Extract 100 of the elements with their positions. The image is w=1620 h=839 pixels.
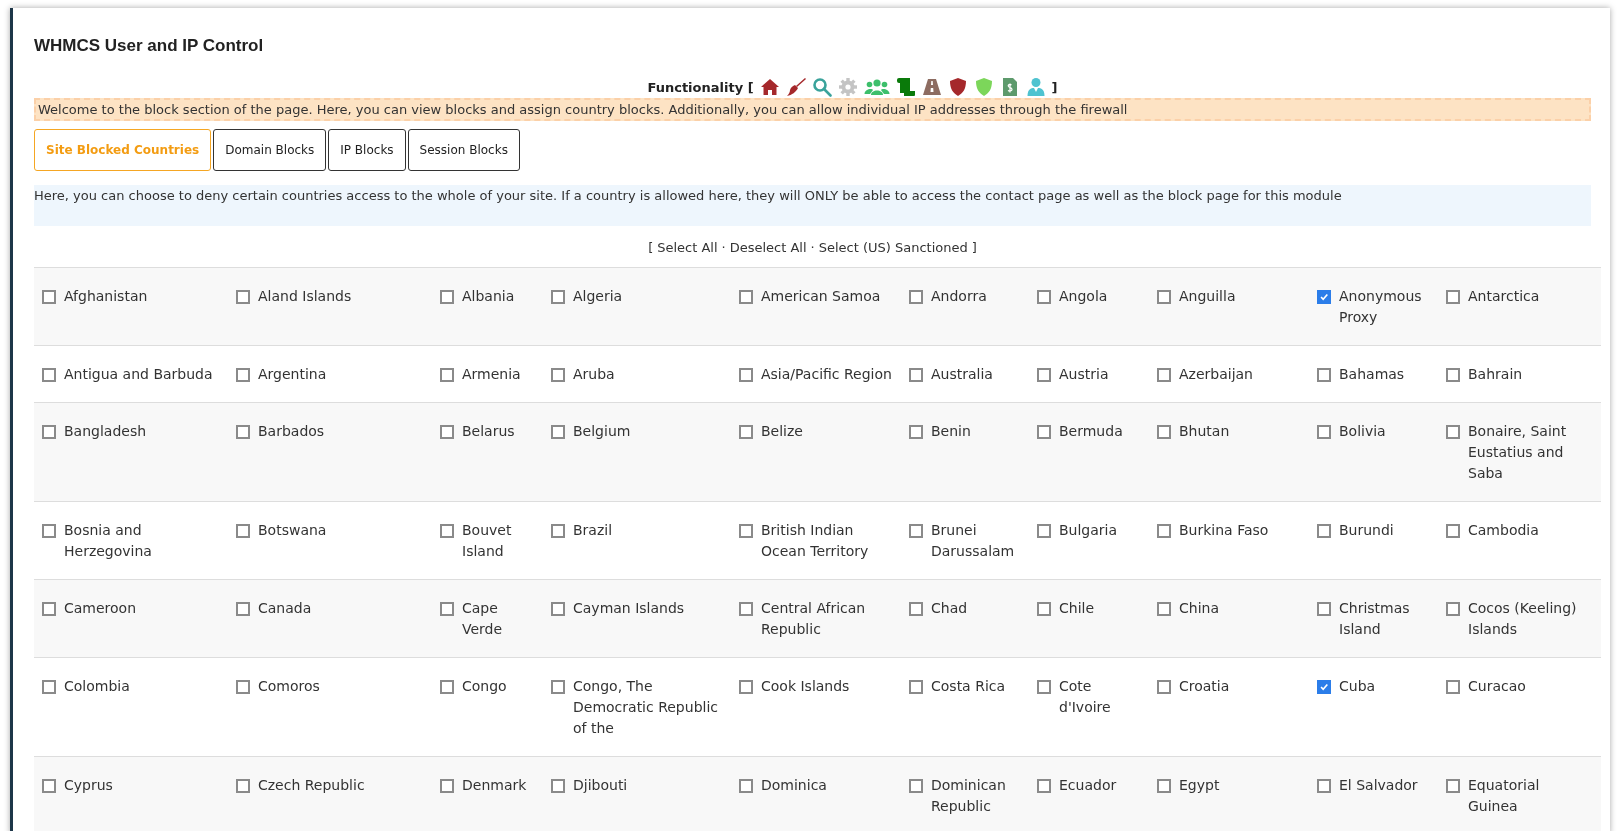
- checkbox[interactable]: [1037, 290, 1051, 304]
- info-text: Here, you can choose to deny certain countries access to the whole of your site. If a country is allowed here, they will ONLY be able to access the contact page as well as the block page for this module: [34, 185, 1591, 226]
- scroll-icon[interactable]: [895, 77, 916, 97]
- checkbox[interactable]: [909, 524, 923, 538]
- checkbox[interactable]: [551, 779, 565, 793]
- checkbox[interactable]: [739, 680, 753, 694]
- country-label: Dominica: [761, 776, 828, 795]
- country-label: Comoros: [258, 677, 321, 696]
- checkbox[interactable]: [42, 290, 56, 304]
- checkbox[interactable]: [236, 425, 250, 439]
- checkbox[interactable]: [1157, 368, 1171, 382]
- checkbox[interactable]: [1317, 680, 1331, 694]
- country-label: Bulgaria: [1059, 521, 1119, 540]
- checkbox[interactable]: [440, 680, 454, 694]
- checkbox[interactable]: [42, 425, 56, 439]
- country-label: Bhutan: [1179, 422, 1231, 441]
- checkbox[interactable]: [1157, 290, 1171, 304]
- checkbox[interactable]: [909, 779, 923, 793]
- select-link[interactable]: Select All: [657, 240, 718, 255]
- checkbox[interactable]: [440, 524, 454, 538]
- checkbox[interactable]: [551, 524, 565, 538]
- checkbox[interactable]: [551, 290, 565, 304]
- country-label: China: [1179, 599, 1220, 618]
- tab[interactable]: Session Blocks: [407, 129, 520, 171]
- checkbox[interactable]: [1037, 779, 1051, 793]
- settings-icon[interactable]: [837, 77, 858, 97]
- checkbox[interactable]: [1446, 602, 1460, 616]
- checkbox[interactable]: [1157, 779, 1171, 793]
- checkbox[interactable]: [42, 779, 56, 793]
- country-label: Dominican Republic: [931, 776, 1007, 816]
- select-link[interactable]: Deselect All: [729, 240, 807, 255]
- checkbox[interactable]: [236, 290, 250, 304]
- country-label: Christmas Island: [1339, 599, 1411, 639]
- checkbox[interactable]: [42, 368, 56, 382]
- checkbox[interactable]: [440, 368, 454, 382]
- checkbox[interactable]: [1037, 425, 1051, 439]
- checkbox[interactable]: [236, 680, 250, 694]
- country-label: Armenia: [462, 365, 522, 384]
- checkbox[interactable]: [1037, 368, 1051, 382]
- checkbox[interactable]: [1446, 290, 1460, 304]
- checkbox[interactable]: [42, 602, 56, 616]
- checkbox[interactable]: [1317, 779, 1331, 793]
- search-icon[interactable]: [811, 77, 832, 97]
- checkbox[interactable]: [739, 602, 753, 616]
- checkbox[interactable]: [551, 602, 565, 616]
- checkbox[interactable]: [1446, 680, 1460, 694]
- checkbox[interactable]: [42, 524, 56, 538]
- checkbox[interactable]: [1157, 425, 1171, 439]
- user-icon[interactable]: [1025, 77, 1046, 97]
- checkbox[interactable]: [739, 524, 753, 538]
- checkbox[interactable]: [1317, 368, 1331, 382]
- checkbox[interactable]: [1037, 524, 1051, 538]
- checkbox[interactable]: [236, 524, 250, 538]
- checkbox[interactable]: [909, 290, 923, 304]
- checkbox[interactable]: [551, 368, 565, 382]
- select-link[interactable]: Select (US) Sanctioned: [818, 240, 968, 255]
- checkbox[interactable]: [440, 602, 454, 616]
- checkbox[interactable]: [1037, 602, 1051, 616]
- checkbox[interactable]: [1037, 680, 1051, 694]
- checkbox[interactable]: [909, 425, 923, 439]
- checkbox[interactable]: [739, 425, 753, 439]
- checkbox[interactable]: [739, 368, 753, 382]
- checkbox[interactable]: [440, 425, 454, 439]
- checkbox[interactable]: [551, 425, 565, 439]
- checkbox[interactable]: [1317, 524, 1331, 538]
- checkbox[interactable]: [1317, 290, 1331, 304]
- checkbox[interactable]: [909, 680, 923, 694]
- country-label: Chile: [1059, 599, 1096, 618]
- home-icon[interactable]: [759, 77, 780, 97]
- country-label: Cape Verde: [462, 599, 504, 639]
- shield-icon[interactable]: [947, 77, 968, 97]
- checkbox[interactable]: [1446, 779, 1460, 793]
- checkbox[interactable]: [236, 602, 250, 616]
- country-label: Equatorial Guinea: [1468, 776, 1541, 816]
- checkbox[interactable]: [1317, 602, 1331, 616]
- checkbox[interactable]: [739, 290, 753, 304]
- tab[interactable]: Domain Blocks: [213, 129, 327, 171]
- checkbox[interactable]: [551, 680, 565, 694]
- checkbox[interactable]: [1157, 680, 1171, 694]
- checkbox[interactable]: [909, 368, 923, 382]
- checkbox[interactable]: [1446, 368, 1460, 382]
- checkbox[interactable]: [236, 779, 250, 793]
- checkbox[interactable]: [1446, 524, 1460, 538]
- checkbox[interactable]: [236, 368, 250, 382]
- checkbox[interactable]: [909, 602, 923, 616]
- road-icon[interactable]: [921, 77, 942, 97]
- users-icon[interactable]: [863, 77, 890, 97]
- checkbox[interactable]: [440, 779, 454, 793]
- country-label: Afghanistan: [64, 287, 149, 306]
- checkbox[interactable]: [1157, 524, 1171, 538]
- checkbox[interactable]: [42, 680, 56, 694]
- country-label: Ecuador: [1059, 776, 1118, 795]
- checkbox[interactable]: [1317, 425, 1331, 439]
- checkbox[interactable]: [1157, 602, 1171, 616]
- country-label: Bouvet Island: [462, 521, 513, 561]
- checkbox[interactable]: [1446, 425, 1460, 439]
- checkbox[interactable]: [739, 779, 753, 793]
- tab[interactable]: IP Blocks: [328, 129, 406, 171]
- checkbox[interactable]: [440, 290, 454, 304]
- broom-icon[interactable]: [785, 77, 806, 97]
